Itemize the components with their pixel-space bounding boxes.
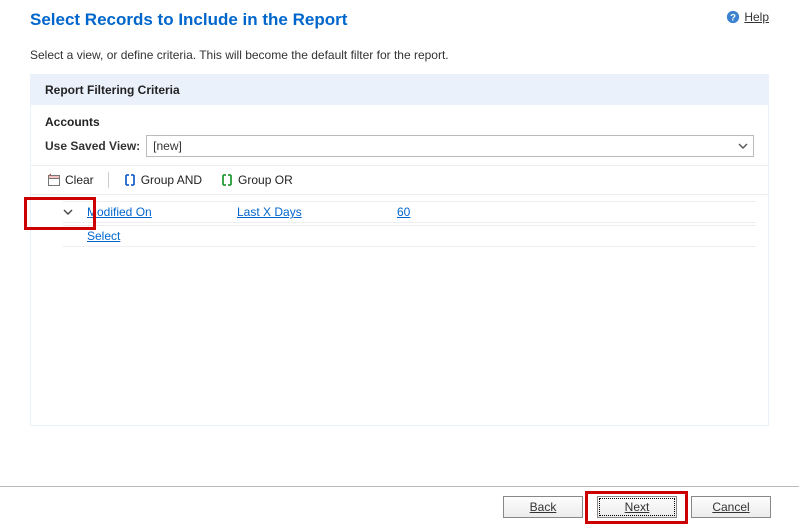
group-or-icon [220, 173, 234, 187]
clear-label: Clear [65, 173, 94, 187]
criteria-new-row: Select [63, 225, 756, 247]
next-button[interactable]: Next [597, 496, 677, 518]
criteria-row: Modified On Last X Days 60 [63, 201, 756, 223]
wizard-footer: Back Next Cancel [0, 486, 799, 526]
toolbar-divider [108, 172, 109, 188]
panel-header: Report Filtering Criteria [31, 75, 768, 105]
criteria-area: Modified On Last X Days 60 Select [31, 195, 768, 425]
svg-text:?: ? [730, 13, 736, 24]
criteria-select-link[interactable]: Select [87, 229, 120, 243]
group-and-label: Group AND [141, 173, 202, 187]
clear-icon [47, 173, 61, 187]
saved-view-label: Use Saved View: [45, 139, 140, 153]
group-or-label: Group OR [238, 173, 293, 187]
criteria-toolbar: Clear Group AND Group OR [31, 165, 768, 195]
criteria-panel: Report Filtering Criteria Accounts Use S… [30, 74, 769, 426]
saved-view-select[interactable]: [new] [146, 135, 754, 157]
criteria-value-link[interactable]: 60 [397, 205, 497, 219]
row-expand-toggle[interactable] [63, 207, 87, 217]
criteria-operator-link[interactable]: Last X Days [237, 205, 397, 219]
group-and-icon [123, 173, 137, 187]
back-button[interactable]: Back [503, 496, 583, 518]
group-and-button[interactable]: Group AND [119, 171, 206, 189]
page-title: Select Records to Include in the Report [30, 10, 347, 30]
help-icon: ? [726, 10, 740, 24]
criteria-field-link[interactable]: Modified On [87, 205, 237, 219]
clear-button[interactable]: Clear [43, 171, 98, 189]
cancel-button[interactable]: Cancel [691, 496, 771, 518]
help-label: Help [744, 10, 769, 24]
group-or-button[interactable]: Group OR [216, 171, 297, 189]
help-link[interactable]: ? Help [726, 10, 769, 24]
section-accounts: Accounts [31, 105, 768, 133]
instruction-text: Select a view, or define criteria. This … [0, 30, 799, 74]
